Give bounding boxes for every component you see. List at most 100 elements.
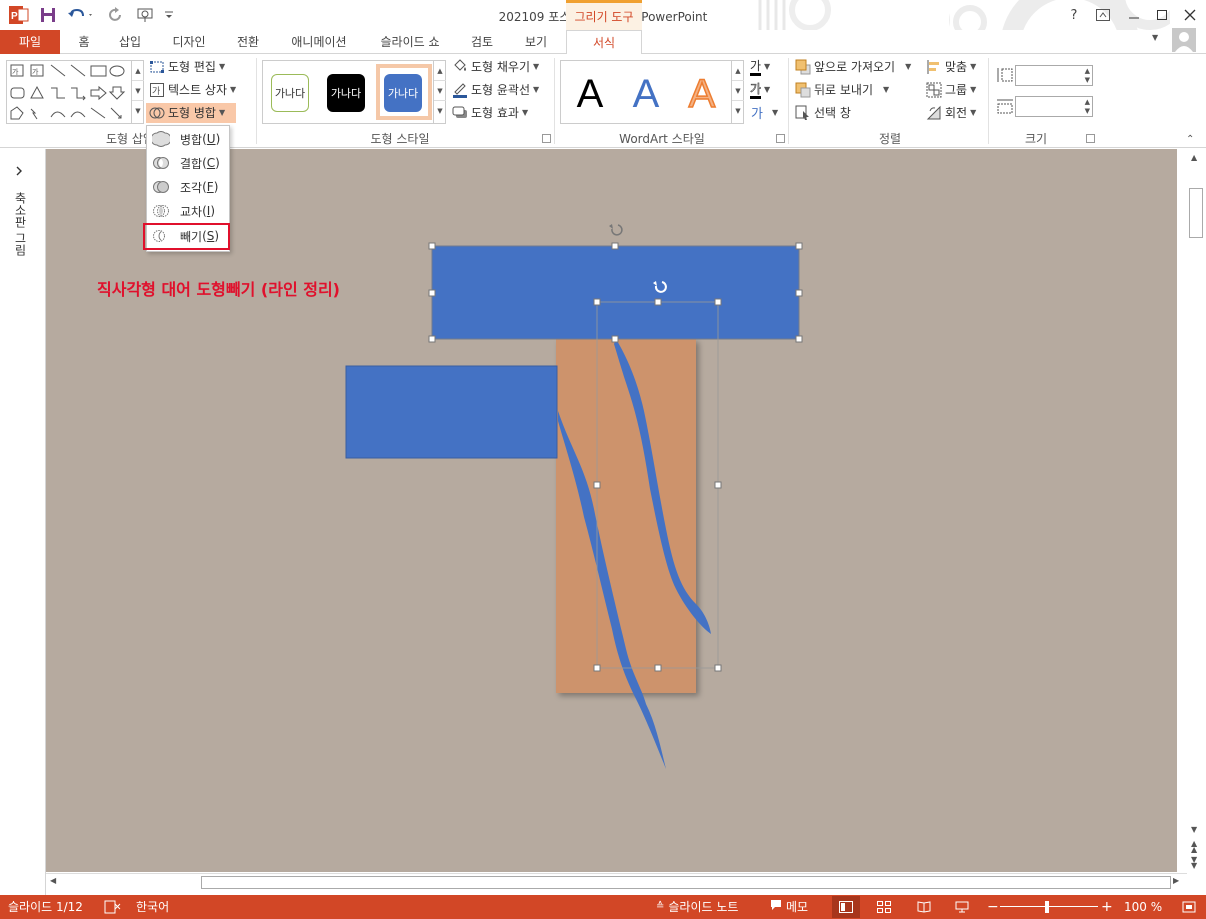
- shape-style-thumb[interactable]: 가나다: [271, 74, 309, 112]
- shape-height-input[interactable]: ▲ ▼: [1015, 65, 1093, 86]
- comments-button[interactable]: 메모: [770, 899, 808, 915]
- reading-view-icon[interactable]: [910, 896, 938, 918]
- vertical-scroll-thumb[interactable]: [1189, 188, 1203, 238]
- zoom-level[interactable]: 100 %: [1124, 899, 1162, 915]
- horizontal-scroll-thumb[interactable]: [201, 876, 1171, 889]
- left-blue-rectangle[interactable]: [345, 365, 558, 459]
- shape-effects-button[interactable]: 도형 효과 ▼: [452, 103, 528, 123]
- tab-file[interactable]: 파일: [0, 30, 60, 54]
- language-indicator[interactable]: 한국어: [136, 899, 169, 915]
- shape-styles-launcher-icon[interactable]: [542, 134, 551, 143]
- account-dropdown-icon[interactable]: ▼: [1152, 33, 1158, 42]
- text-fill-button[interactable]: 가 ▼: [750, 57, 770, 77]
- svg-text:가: 가: [152, 86, 160, 97]
- tab-insert[interactable]: 삽입: [112, 30, 148, 54]
- group-label-shape-styles: 도형 스타일: [370, 132, 430, 146]
- shape-style-thumb[interactable]: 가나다: [327, 74, 365, 112]
- wordart-style-orange[interactable]: A: [677, 69, 727, 119]
- tab-format[interactable]: 서식: [566, 30, 642, 55]
- menu-item-combine[interactable]: 결합(C): [147, 152, 231, 174]
- wordart-style-black[interactable]: A: [565, 69, 615, 119]
- next-slide-icon[interactable]: ▼ ▼: [1191, 856, 1197, 870]
- bring-forward-icon: [795, 59, 811, 75]
- wordart-launcher-icon[interactable]: [776, 134, 785, 143]
- slide-annotation[interactable]: 직사각형 대어 도형빼기 (라인 정리): [97, 276, 340, 300]
- wordart-style-blue[interactable]: A: [621, 69, 671, 119]
- menu-item-label: 병합: [180, 132, 203, 147]
- chevron-right-icon[interactable]: [14, 165, 24, 179]
- horizontal-scrollbar[interactable]: ◀ ▶: [46, 873, 1187, 891]
- merge-shapes-label: 도형 병합: [168, 106, 216, 120]
- shape-style-thumb[interactable]: 가나다: [384, 74, 422, 112]
- help-button[interactable]: ?: [1065, 6, 1083, 24]
- tab-review[interactable]: 검토: [462, 30, 502, 54]
- height-spinner[interactable]: ▲ ▼: [1085, 67, 1090, 85]
- text-outline-button[interactable]: 가 ▼: [750, 80, 770, 100]
- group-separator: [788, 58, 789, 144]
- slide-sorter-icon[interactable]: [870, 896, 898, 918]
- shape-style-gallery-scroll[interactable]: ▲ ▼ ▼: [433, 61, 446, 123]
- wordart-gallery[interactable]: A A A ▲ ▼ ▼: [560, 60, 744, 124]
- minimize-icon[interactable]: [1125, 6, 1143, 24]
- shape-outline-button[interactable]: 도형 윤곽선 ▼: [452, 80, 539, 100]
- zoom-slider-thumb[interactable]: [1045, 901, 1049, 913]
- subtract-highlight-box: [143, 223, 230, 250]
- shape-style-gallery[interactable]: 가나다 가나다 가나다 ▲ ▼ ▼: [262, 60, 446, 124]
- shape-fill-label: 도형 채우기: [471, 60, 531, 74]
- tab-design[interactable]: 디자인: [164, 30, 214, 54]
- group-separator: [256, 58, 257, 144]
- group-button[interactable]: 그룹 ▼: [926, 80, 976, 100]
- edit-shape-button[interactable]: 도형 편집 ▼: [149, 57, 225, 77]
- wordart-gallery-scroll[interactable]: ▲ ▼ ▼: [731, 61, 744, 123]
- tab-animations[interactable]: 애니메이션: [282, 30, 356, 54]
- selection-pane-button[interactable]: 선택 창: [795, 103, 851, 123]
- maximize-icon[interactable]: [1153, 6, 1171, 24]
- top-blue-rectangle[interactable]: [431, 245, 800, 340]
- bring-forward-button[interactable]: 앞으로 가져오기 ▼: [795, 57, 911, 77]
- scroll-left-icon[interactable]: ◀: [50, 876, 56, 885]
- slideshow-view-icon[interactable]: [948, 896, 976, 918]
- zoom-in-button[interactable]: +: [1101, 899, 1113, 915]
- menu-item-intersect[interactable]: 교차(I): [147, 200, 231, 222]
- scroll-right-icon[interactable]: ▶: [1173, 876, 1179, 885]
- text-effects-button[interactable]: 가 ▼: [750, 103, 778, 123]
- tab-transitions[interactable]: 전환: [229, 30, 267, 54]
- shape-fill-button[interactable]: 도형 채우기 ▼: [452, 57, 539, 77]
- vertical-scrollbar[interactable]: ▲ ▼ ▲ ▲ ▼ ▼: [1187, 149, 1206, 872]
- menu-item-fragment[interactable]: 조각(F): [147, 176, 231, 198]
- shape-gallery[interactable]: 가 가 ▲ ▼ ▼: [6, 60, 144, 124]
- previous-slide-icon[interactable]: ▲ ▲: [1191, 840, 1197, 854]
- merge-shapes-button[interactable]: 도형 병합 ▼: [146, 103, 236, 123]
- fit-slide-icon[interactable]: [1182, 899, 1196, 915]
- shape-gallery-scroll[interactable]: ▲ ▼ ▼: [131, 61, 144, 123]
- shape-width-input[interactable]: ▲ ▼: [1015, 96, 1093, 117]
- spellcheck-icon[interactable]: [104, 899, 122, 915]
- size-launcher-icon[interactable]: [1086, 134, 1095, 143]
- tab-home[interactable]: 홈: [70, 30, 98, 54]
- scroll-up-icon[interactable]: ▲: [1191, 153, 1197, 162]
- notes-button[interactable]: ≙ 슬라이드 노트: [656, 899, 738, 915]
- width-spinner[interactable]: ▲ ▼: [1085, 98, 1090, 116]
- combine-icon: [151, 155, 171, 171]
- scroll-down-icon[interactable]: ▼: [1191, 825, 1197, 834]
- slide-counter[interactable]: 슬라이드 1/12: [8, 899, 83, 915]
- orange-rectangle[interactable]: [556, 339, 696, 693]
- normal-view-icon[interactable]: [832, 896, 860, 918]
- collapse-ribbon-icon[interactable]: ⌃: [1186, 134, 1194, 145]
- slide-canvas[interactable]: [46, 149, 1177, 872]
- edit-shape-icon: [149, 59, 165, 75]
- avatar[interactable]: [1172, 28, 1196, 52]
- align-button[interactable]: 맞춤 ▼: [926, 57, 976, 77]
- rotate-button[interactable]: 회전 ▼: [926, 103, 976, 123]
- menu-item-union[interactable]: 병합(U): [147, 128, 231, 150]
- zoom-out-button[interactable]: −: [987, 899, 999, 915]
- zoom-slider[interactable]: [1000, 906, 1098, 907]
- tab-slideshow[interactable]: 슬라이드 쇼: [372, 30, 448, 54]
- close-icon[interactable]: [1181, 6, 1199, 24]
- ribbon-display-options-icon[interactable]: [1094, 6, 1112, 24]
- send-backward-button[interactable]: 뒤로 보내기 ▼: [795, 80, 889, 100]
- svg-text:가: 가: [12, 67, 19, 76]
- title-decoration: [758, 0, 950, 30]
- text-box-button[interactable]: 가 텍스트 상자 ▼: [149, 80, 236, 100]
- tab-view[interactable]: 보기: [516, 30, 556, 54]
